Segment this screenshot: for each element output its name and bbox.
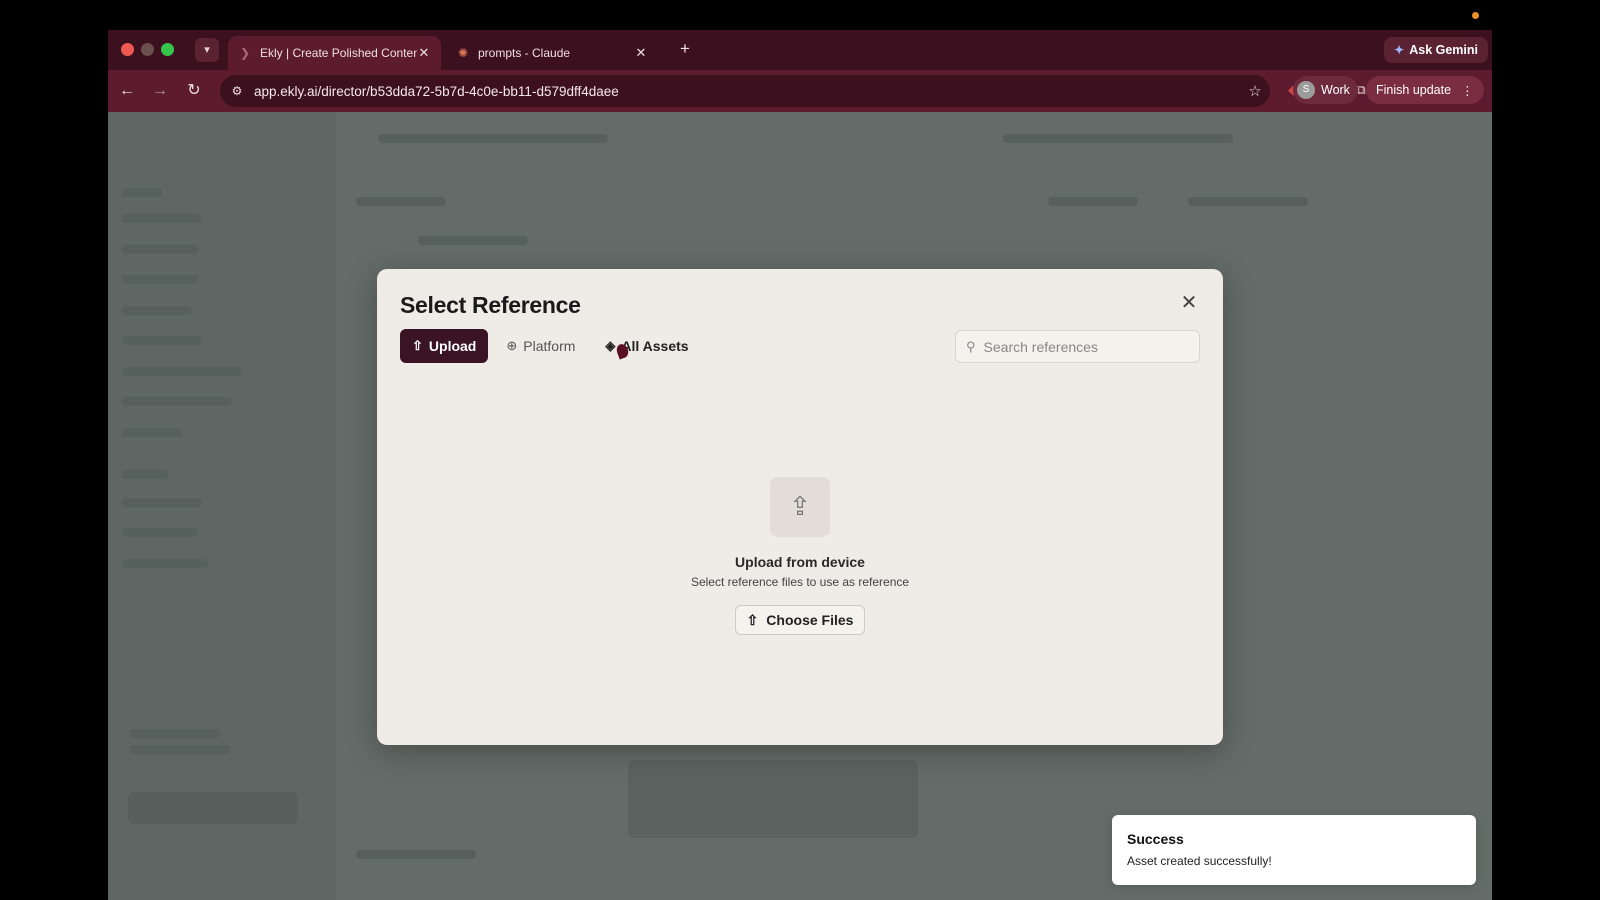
chevron-down-icon: ▾ (204, 44, 210, 56)
tab-all-assets-label: All Assets (621, 338, 689, 354)
reference-source-tabs: ⇧ Upload ⊕ Platform ◈ All Assets (400, 329, 701, 363)
close-tab-icon[interactable]: ✕ (634, 45, 648, 61)
finish-update-button[interactable]: Finish update ⋮ (1366, 76, 1484, 104)
close-window-button[interactable] (121, 43, 134, 56)
url-text[interactable]: app.ekly.ai/director/b53dda72-5b7d-4c0e-… (254, 84, 1240, 99)
browser-toolbar: ← → ↻ ⚙ app.ekly.ai/director/b53dda72-5b… (108, 70, 1492, 112)
ask-gemini-button[interactable]: ✦ Ask Gemini (1384, 37, 1488, 63)
close-tab-icon[interactable]: ✕ (417, 45, 431, 61)
upload-subtitle: Select reference files to use as referen… (690, 575, 910, 589)
upload-icon: ⇧ (746, 611, 759, 628)
recording-indicator (1472, 12, 1479, 19)
tab-title: prompts - Claude (478, 46, 571, 60)
toast-title: Success (1127, 831, 1184, 847)
layers-icon: ◈ (605, 338, 616, 353)
tab-all-assets[interactable]: ◈ All Assets (593, 329, 700, 363)
screen: ▾ ❯ Ekly | Create Polished Conten ✕ ✺ pr… (0, 0, 1600, 900)
gemini-sparkle-icon: ✦ (1394, 43, 1405, 57)
tab-platform[interactable]: ⊕ Platform (494, 329, 587, 363)
sidebar-dimmed (108, 112, 336, 900)
maximize-window-button[interactable] (161, 43, 174, 56)
globe-icon: ⊕ (506, 338, 518, 353)
tab-search-button[interactable]: ▾ (195, 38, 219, 62)
close-icon: ✕ (1180, 292, 1198, 314)
profile-button[interactable]: S Work (1293, 76, 1358, 104)
close-modal-button[interactable]: ✕ (1179, 293, 1199, 313)
tab-bar: ▾ ❯ Ekly | Create Polished Conten ✕ ✺ pr… (108, 30, 1492, 70)
upload-dropzone-icon: ⇪ (770, 477, 830, 537)
tab-claude[interactable]: ✺ prompts - Claude ✕ (446, 36, 658, 70)
tab-platform-label: Platform (523, 338, 576, 354)
ekly-favicon-icon: ❯ (239, 46, 251, 60)
reload-button[interactable]: ↻ (183, 80, 205, 102)
tab-upload-label: Upload (428, 338, 477, 354)
profile-label: Work (1321, 83, 1350, 97)
upload-title: Upload from device (735, 554, 865, 570)
choose-files-label: Choose Files (766, 612, 854, 628)
tab-title: Ekly | Create Polished Conten (260, 46, 417, 60)
minimize-window-button[interactable] (141, 43, 154, 56)
success-toast: Success Asset created successfully! (1112, 815, 1476, 885)
tab-ekly[interactable]: ❯ Ekly | Create Polished Conten ✕ (228, 36, 441, 70)
forward-arrow-icon: → (152, 82, 168, 99)
more-vert-icon: ⋮ (1461, 83, 1474, 98)
ask-gemini-label: Ask Gemini (1409, 43, 1478, 57)
site-info-icon[interactable]: ⚙ (226, 84, 248, 98)
modal-title: Select Reference (400, 292, 581, 318)
reload-icon: ↻ (187, 82, 201, 99)
back-arrow-icon: ← (119, 82, 135, 99)
bookmark-star-icon[interactable]: ☆ (1240, 82, 1270, 100)
finish-update-label: Finish update (1376, 83, 1452, 97)
search-input[interactable] (983, 338, 1184, 355)
search-references[interactable]: ⚲ (955, 330, 1200, 363)
new-tab-button[interactable]: + (680, 39, 690, 59)
back-button[interactable]: ← (116, 80, 138, 102)
select-reference-modal: Select Reference ✕ ⇧ Upload ⊕ Platform ◈… (377, 269, 1223, 745)
choose-files-button[interactable]: ⇧ Choose Files (735, 605, 865, 635)
address-bar[interactable]: ⚙ app.ekly.ai/director/b53dda72-5b7d-4c0… (220, 75, 1270, 107)
avatar: S (1297, 81, 1315, 99)
claude-favicon-icon: ✺ (457, 46, 469, 60)
forward-button[interactable]: → (149, 80, 171, 102)
search-icon: ⚲ (966, 338, 976, 354)
toast-message: Asset created successfully! (1127, 854, 1272, 868)
tab-upload[interactable]: ⇧ Upload (400, 329, 489, 363)
upload-icon: ⇧ (412, 338, 423, 353)
